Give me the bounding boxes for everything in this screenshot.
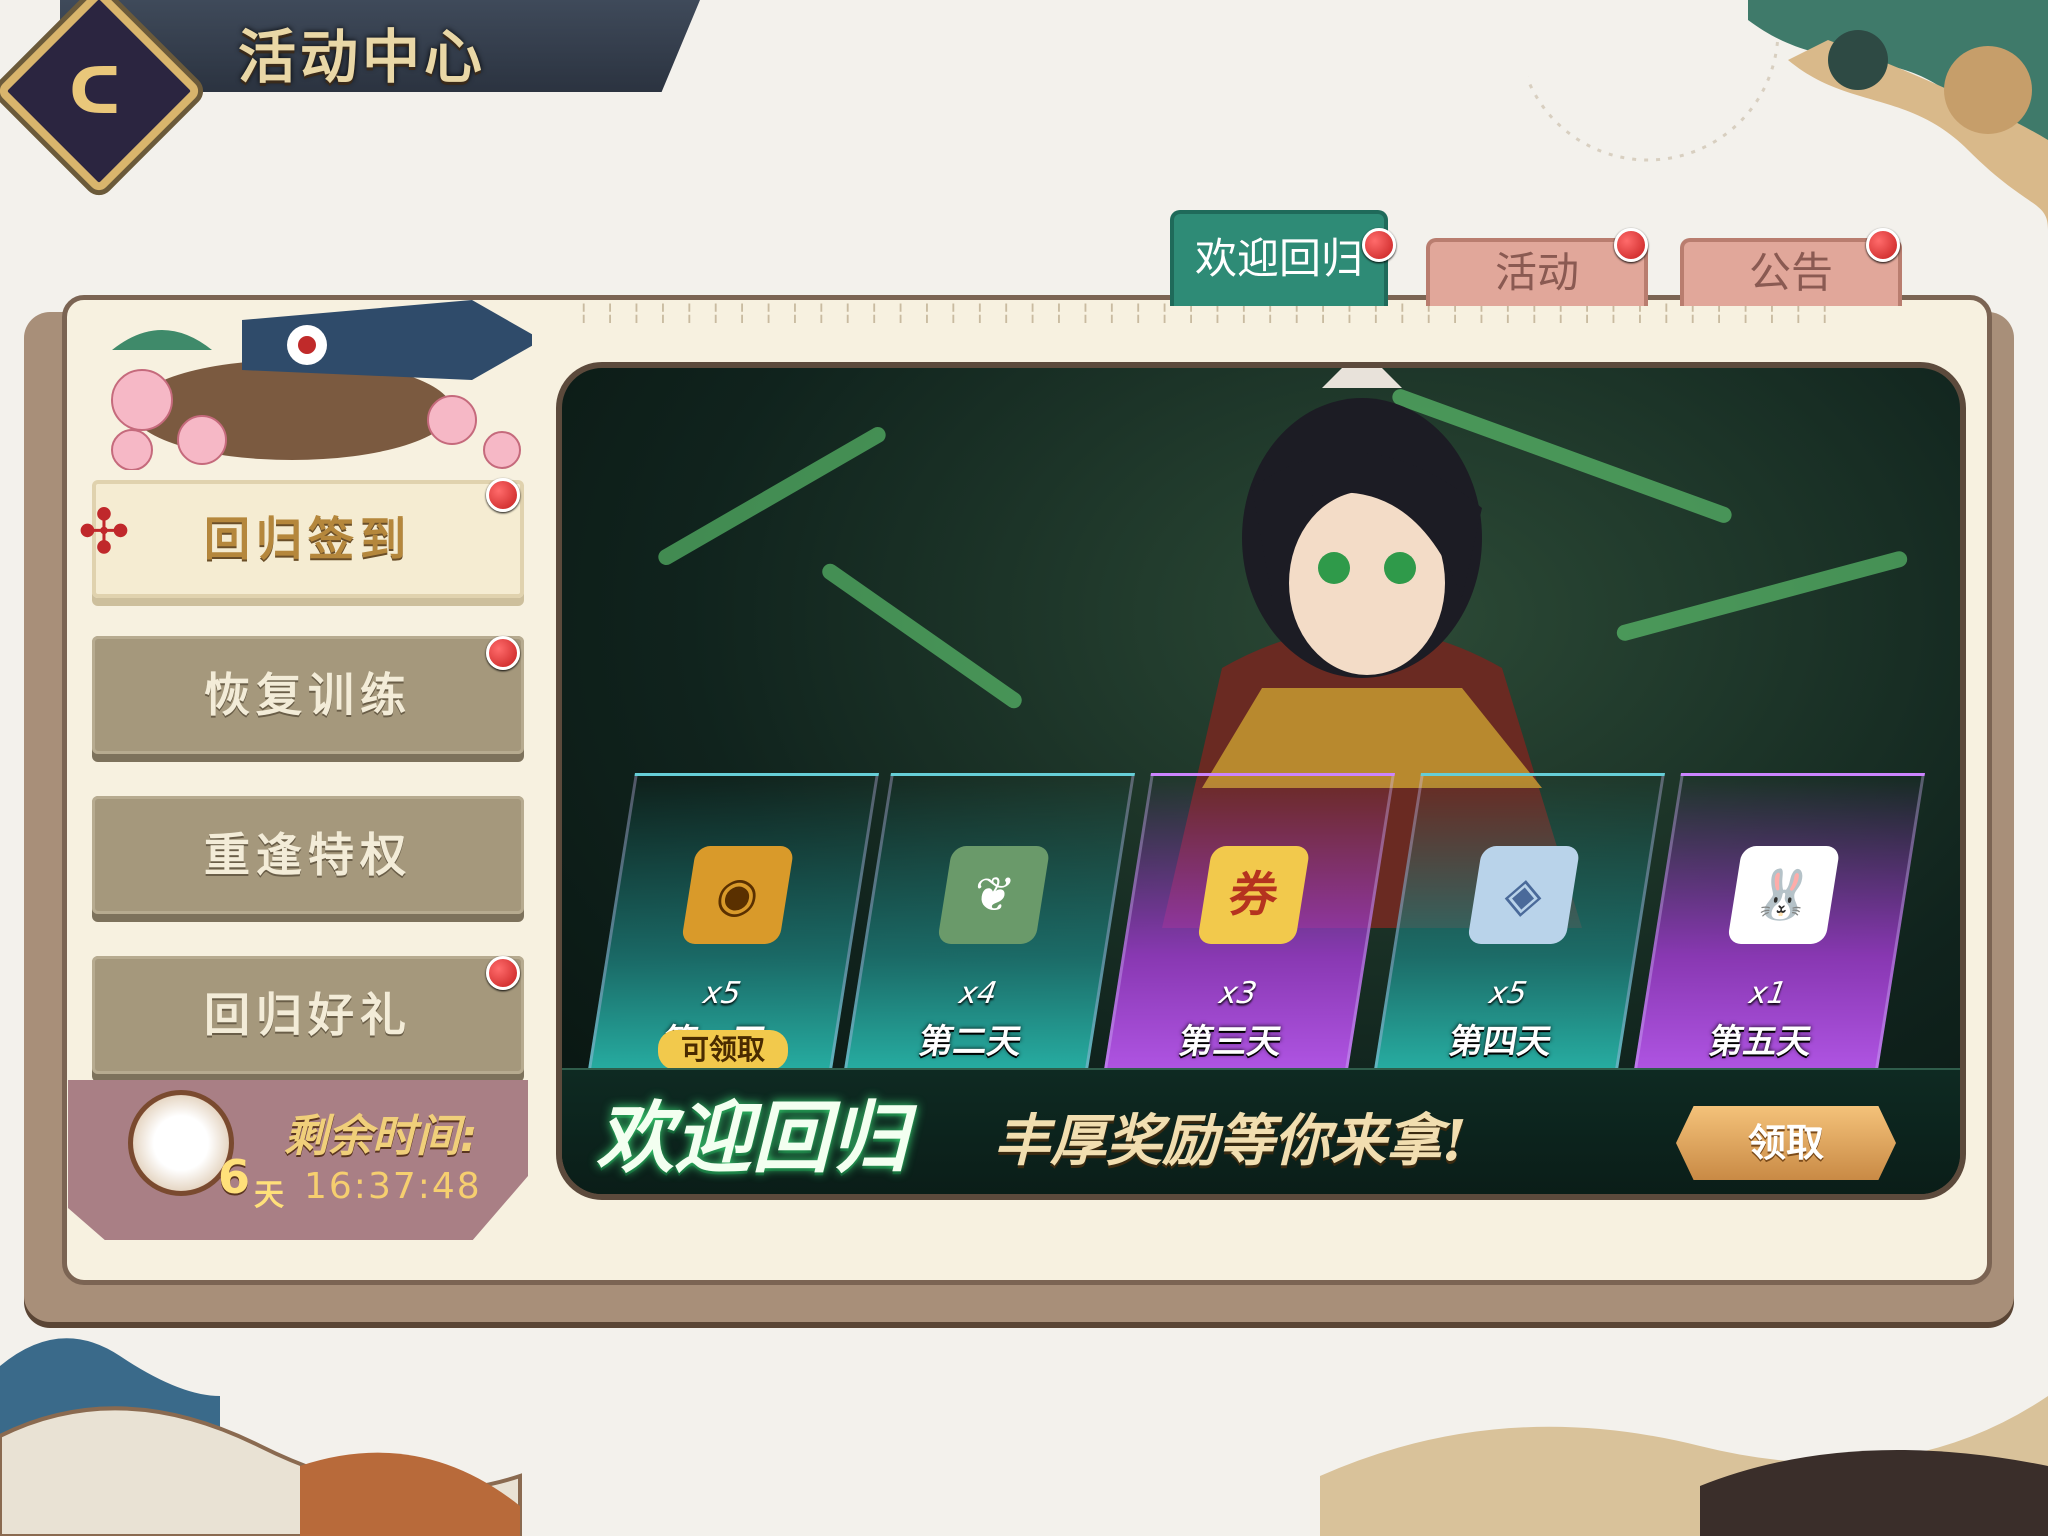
timer-label: 剩余时间: bbox=[284, 1111, 478, 1162]
menu-item-return-checkin-badge bbox=[486, 478, 520, 512]
menu-item-recovery-training[interactable]: 恢复训练 bbox=[92, 636, 524, 754]
crystal-card-icon: ◈ bbox=[1466, 846, 1581, 944]
coupon-icon: 券 bbox=[1196, 846, 1311, 944]
menu-item-label: 回归好礼 bbox=[204, 988, 412, 1042]
menu-item-return-checkin[interactable]: 回归签到 bbox=[92, 480, 524, 598]
bottom-wave-ornament bbox=[0, 1338, 2048, 1536]
tab-announcement-badge bbox=[1866, 228, 1900, 262]
reward-day-label: 第三天 bbox=[1176, 1022, 1285, 1062]
claimable-badge: 可领取 bbox=[658, 1030, 788, 1070]
reward-day-label: 第五天 bbox=[1706, 1022, 1815, 1062]
welcome-back-banner: ◉ x5 第一天 ❦ x4 第二天 券 x3 第三天 ◈ x5 第四天 🐰 x1… bbox=[556, 362, 1966, 1200]
menu-item-recovery-training-badge bbox=[486, 636, 520, 670]
top-right-ornament bbox=[1528, 0, 2048, 230]
menu-item-label: 重逢特权 bbox=[204, 828, 412, 882]
timer-days: 6 bbox=[218, 1150, 251, 1204]
menu-item-return-gift-badge bbox=[486, 956, 520, 990]
energy-streak bbox=[655, 424, 889, 568]
menu-item-label: 回归签到 bbox=[204, 512, 412, 566]
menu-item-label: 恢复训练 bbox=[204, 668, 412, 722]
tab-label: 公告 bbox=[1748, 248, 1833, 297]
reward-quantity: x3 bbox=[1216, 976, 1260, 1011]
menu-item-reunion-privilege[interactable]: 重逢特权 bbox=[92, 796, 524, 914]
welcome-back-title: 欢迎回归 bbox=[596, 1093, 909, 1184]
tab-label: 活动 bbox=[1494, 248, 1579, 297]
timer-clock: 16:37:48 bbox=[304, 1166, 482, 1207]
page-title: 活动中心 bbox=[238, 23, 487, 91]
welcome-subtitle: 丰厚奖励等你来拿! bbox=[994, 1108, 1467, 1174]
rabbit-hero-icon: 🐰 bbox=[1726, 846, 1841, 944]
elder-hero-icon: ❦ bbox=[936, 846, 1051, 944]
energy-streak bbox=[819, 560, 1025, 712]
menu-item-return-gift[interactable]: 回归好礼 bbox=[92, 956, 524, 1074]
reward-quantity: x4 bbox=[956, 976, 1000, 1011]
timer-day-unit: 天 bbox=[254, 1178, 284, 1213]
claim-button[interactable]: 领取 bbox=[1676, 1106, 1896, 1180]
red-knot-icon: ✣ bbox=[78, 495, 130, 568]
back-arrow-icon: ᑕ bbox=[68, 55, 122, 129]
gold-coin-card-icon: ◉ bbox=[680, 846, 795, 944]
tab-label: 欢迎回归 bbox=[1194, 234, 1363, 283]
reward-day-label: 第二天 bbox=[916, 1022, 1025, 1062]
reward-quantity: x5 bbox=[700, 976, 744, 1011]
tab-activity-badge bbox=[1614, 228, 1648, 262]
reward-quantity: x5 bbox=[1486, 976, 1530, 1011]
tab-welcome-back-badge bbox=[1362, 228, 1396, 262]
reward-day-label: 第四天 bbox=[1446, 1022, 1555, 1062]
reward-quantity: x1 bbox=[1746, 976, 1790, 1011]
tab-welcome-back[interactable]: 欢迎回归 bbox=[1170, 210, 1388, 306]
koinobori-sakura-decoration bbox=[111, 300, 532, 470]
energy-streak bbox=[1615, 549, 1909, 643]
